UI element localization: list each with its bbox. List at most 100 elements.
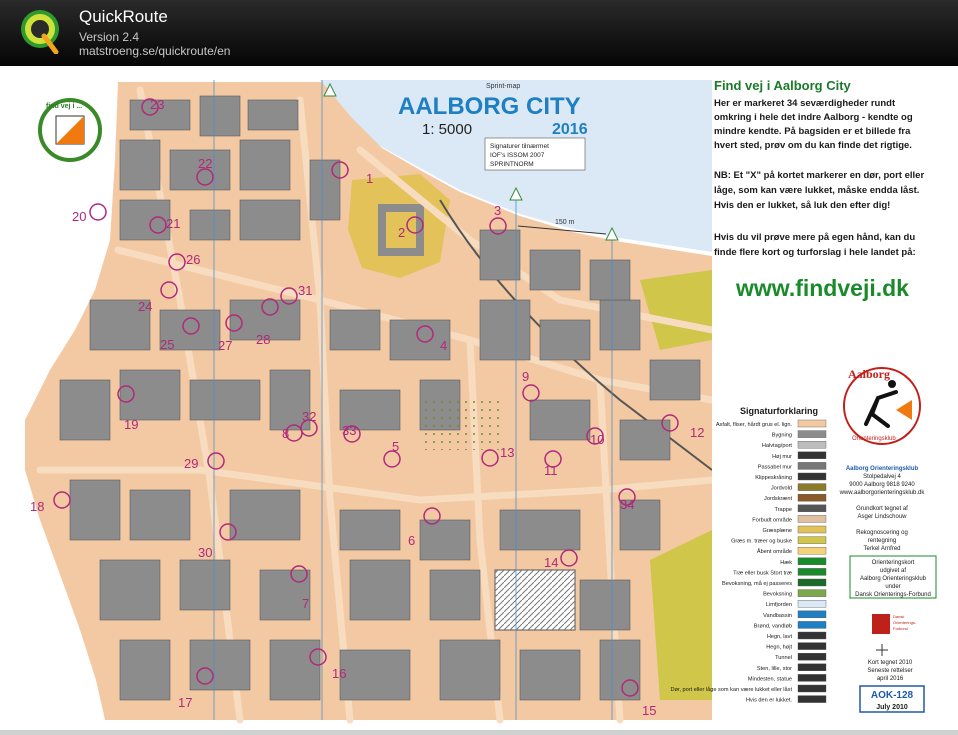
dof-logo-1: Dansk [893, 614, 904, 619]
control-number-19: 19 [124, 417, 138, 432]
control-number-26: 26 [186, 252, 200, 267]
legend-title: Signaturforklaring [740, 406, 818, 416]
legend-label: Limfjorden [766, 602, 792, 608]
norm-line-2: IOF's ISSOM 2007 [490, 152, 545, 159]
legend-swatch [797, 684, 827, 693]
credits-4: Rekognoscering og [856, 530, 908, 536]
control-number-6: 6 [408, 533, 415, 548]
control-number-18: 18 [30, 499, 44, 514]
website-link[interactable]: www.findveji.dk [735, 275, 909, 301]
legend-label: Brønd, vandløb [754, 623, 792, 629]
info-para1-line1: Her er markeret 34 seværdigheder rundt [714, 98, 896, 109]
legend-label: Græs m. træer og buske [731, 539, 792, 545]
control-number-9: 9 [522, 369, 529, 384]
app-url: matstroeng.se/quickroute/en [79, 44, 231, 58]
norm-line-1: Signaturer tilnærmet [490, 143, 549, 150]
map-id: AOK-128 [871, 690, 914, 701]
control-number-1: 1 [366, 171, 373, 186]
legend-label: Høj mur [772, 454, 792, 460]
control-number-27: 27 [218, 338, 232, 353]
legend-label: Hegn, højt [766, 645, 792, 651]
control-number-31: 31 [298, 283, 312, 298]
control-number-22: 22 [198, 156, 212, 171]
legend-label: Trappe [774, 507, 792, 513]
legend-swatch [797, 621, 827, 629]
legend-label: Åbent område [757, 548, 792, 555]
legend-swatch [797, 631, 827, 640]
credits-1: Grundkort tegnet af [856, 506, 908, 512]
info-para2-line3: Hvis den er lukket, så luk den efter dig… [714, 200, 890, 211]
legend-label: Klippeskråning [755, 474, 792, 481]
legend-swatch [797, 568, 827, 576]
badge-text: find vej i ... [46, 103, 82, 110]
publisher-1: Orienteringskort [872, 560, 915, 566]
legend-swatch [797, 483, 827, 491]
credits-5: rentegning [868, 538, 896, 544]
control-number-28: 28 [256, 332, 270, 347]
legend-label: Halvtag/port [762, 443, 793, 449]
info-para2-line2: låge, som kan være lukket, måske endda l… [714, 185, 919, 196]
publisher-5: Dansk Orienterings-Forbund [855, 592, 931, 598]
control-number-16: 16 [332, 666, 346, 681]
control-number-30: 30 [198, 545, 212, 560]
control-number-32: 32 [302, 409, 316, 424]
legend-swatch [797, 515, 827, 523]
control-number-12: 12 [690, 425, 704, 440]
legend-label: Tunnel [775, 655, 792, 661]
control-number-8: 8 [282, 426, 289, 441]
info-para1-line4: hvert sted, prøv om du kan finde det rig… [714, 140, 912, 151]
credits-6: Terkel Arnfred [863, 546, 900, 552]
legend-label: Hæk [780, 560, 792, 566]
control-number-33: 33 [342, 423, 356, 438]
scalebar-label: 150 m [555, 219, 575, 226]
info-para1-line3: mindre kendte. På bagsiden er et billede… [714, 126, 911, 137]
find-vej-badge: find vej i ... [38, 98, 102, 162]
app-version: Version 2.4 [79, 30, 140, 44]
control-number-5: 5 [392, 439, 399, 454]
legend-swatch [797, 578, 827, 587]
legend-swatch [797, 504, 827, 512]
legend-swatch [797, 472, 827, 481]
club-logo-bottom: Orienteringsklub [852, 436, 896, 442]
publisher-3: Aalborg Orienteringsklub [860, 576, 927, 582]
legend-swatch [797, 462, 827, 470]
control-number-13: 13 [500, 445, 514, 460]
legend-swatch [797, 674, 827, 682]
legend-label: Jordvold [771, 486, 792, 492]
legend-label: Hegn, lavt [767, 634, 793, 640]
control-number-7: 7 [302, 596, 309, 611]
legend-label: Bevoksning [763, 592, 792, 598]
info-para3-line1: Hvis du vil prøve mere på egen hånd, kan… [714, 232, 915, 243]
legend-label: Mindesten, statue [748, 676, 792, 682]
control-number-11: 11 [544, 463, 558, 478]
norm-line-3: SPRINTNORM [490, 161, 534, 168]
publisher-4: under [885, 584, 900, 590]
club-logo-top: Aalborg [848, 367, 890, 381]
quickroute-logo-icon [21, 10, 59, 54]
legend-label: Dør, port eller låge som kan være lukket… [670, 686, 792, 693]
map-scale: 1: 5000 [422, 121, 472, 138]
legend-swatch [797, 536, 827, 544]
credits-2: Asger Lindschouw [857, 514, 907, 520]
dof-logo-3: Forbund [893, 626, 908, 631]
legend-swatch [797, 430, 827, 438]
legend-swatch [797, 451, 827, 459]
orienteering-map[interactable]: 150 m Sprint-map AALBORG CITY 1: 5000 20… [0, 66, 958, 735]
club-address-1: Stolpedalvej 4 [863, 474, 901, 480]
legend-label: Sten, lille, stor [757, 666, 792, 672]
control-number-29: 29 [184, 456, 198, 471]
info-heading: Find vej i Aalborg City [714, 78, 852, 93]
control-number-25: 25 [160, 337, 174, 352]
dof-logo-2: Orienterings- [893, 620, 917, 625]
legend-swatch [797, 695, 827, 703]
legend-swatch [797, 589, 827, 597]
control-number-21: 21 [166, 216, 180, 231]
club-name: Aalborg Orienteringsklub [846, 466, 919, 472]
publisher-2: udgivet af [880, 568, 906, 574]
legend-swatch [797, 441, 827, 449]
app-title: QuickRoute [79, 7, 168, 26]
revision-2: Seneste rettelser [867, 668, 912, 674]
revision-1: Kort tegnet 2010 [868, 660, 913, 666]
legend-swatch [797, 494, 827, 502]
control-number-17: 17 [178, 695, 192, 710]
